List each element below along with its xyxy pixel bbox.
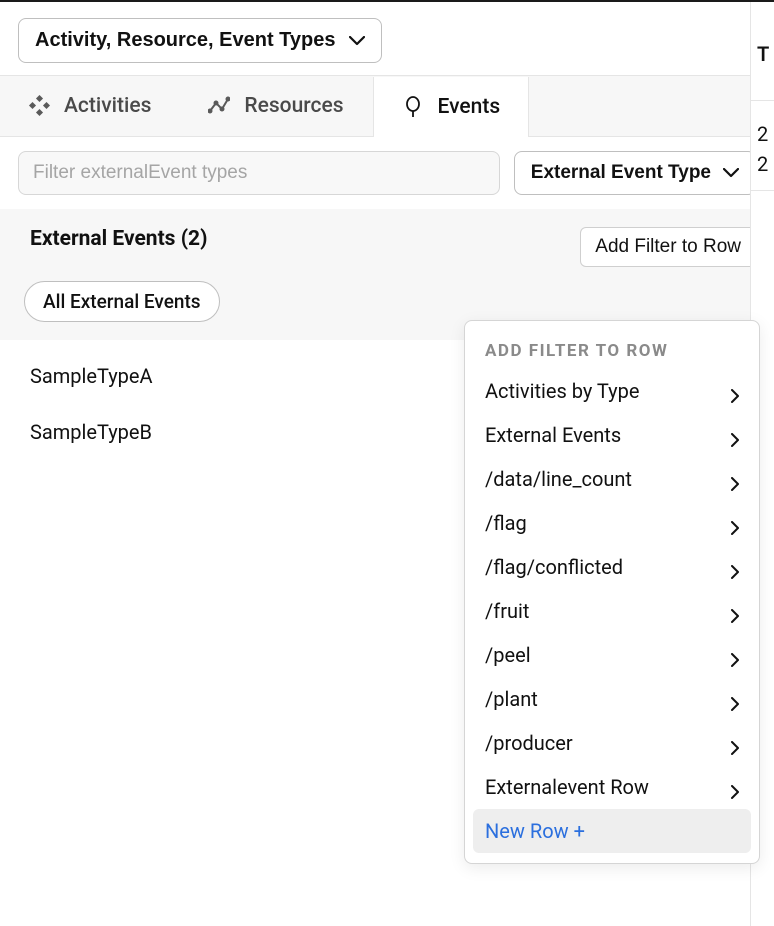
chevron-right-icon — [731, 692, 739, 706]
popover-item-label: /producer — [485, 731, 573, 755]
chevron-right-icon — [731, 472, 739, 486]
filter-input[interactable] — [18, 151, 500, 195]
popover-item-activities-by-type[interactable]: Activities by Type — [473, 369, 751, 413]
popover-item-externalevent-row[interactable]: Externalevent Row — [473, 765, 751, 809]
type-scope-dropdown[interactable]: Activity, Resource, Event Types — [18, 18, 382, 63]
popover-item-label: /fruit — [485, 599, 529, 623]
popover-item-label: External Events — [485, 423, 621, 447]
popover-item-label: /data/line_count — [485, 467, 632, 491]
tab-resources[interactable]: Resources — [180, 76, 372, 136]
popover-item-label: /plant — [485, 687, 538, 711]
chevron-right-icon — [731, 384, 739, 398]
popover-item-label: Activities by Type — [485, 379, 639, 403]
popover-item-new-row[interactable]: New Row + — [473, 809, 751, 853]
type-scope-label: Activity, Resource, Event Types — [35, 29, 335, 52]
tab-activities-label: Activities — [64, 94, 151, 118]
chevron-right-icon — [731, 516, 739, 530]
popover-item-peel[interactable]: /peel — [473, 633, 751, 677]
right-edge-value: 2 — [757, 122, 768, 146]
chevron-right-icon — [731, 428, 739, 442]
chevron-down-icon — [723, 168, 739, 178]
right-edge-value: 2 — [757, 152, 768, 176]
add-filter-popover: ADD FILTER TO ROW Activities by Type Ext… — [464, 320, 760, 864]
chevron-right-icon — [731, 560, 739, 574]
popover-item-external-events[interactable]: External Events — [473, 413, 751, 457]
popover-item-data-line-count[interactable]: /data/line_count — [473, 457, 751, 501]
tabs: Activities Resources Events — [0, 75, 774, 137]
all-external-events-chip[interactable]: All External Events — [24, 281, 220, 322]
popover-item-fruit[interactable]: /fruit — [473, 589, 751, 633]
tab-resources-label: Resources — [244, 94, 343, 118]
chevron-right-icon — [731, 604, 739, 618]
popover-item-label: /flag — [485, 511, 527, 535]
popover-header: ADD FILTER TO ROW — [473, 331, 751, 369]
add-filter-to-row-button[interactable]: Add Filter to Row — [580, 227, 756, 267]
event-type-dropdown[interactable]: External Event Type — [514, 151, 756, 195]
popover-item-flag[interactable]: /flag — [473, 501, 751, 545]
chevron-right-icon — [731, 648, 739, 662]
tab-events-label: Events — [438, 95, 501, 119]
popover-item-label: Externalevent Row — [485, 775, 649, 799]
events-icon — [402, 96, 424, 118]
popover-item-label: New Row + — [485, 819, 585, 843]
popover-item-flag-conflicted[interactable]: /flag/conflicted — [473, 545, 751, 589]
right-edge-label: T — [757, 42, 769, 66]
popover-item-producer[interactable]: /producer — [473, 721, 751, 765]
tab-activities[interactable]: Activities — [0, 76, 180, 136]
event-type-label: External Event Type — [531, 162, 711, 184]
activities-icon — [28, 95, 50, 117]
chevron-right-icon — [731, 736, 739, 750]
chevron-down-icon — [349, 36, 365, 46]
section-title: External Events (2) — [30, 227, 207, 251]
popover-item-label: /flag/conflicted — [485, 555, 623, 579]
chevron-right-icon — [731, 780, 739, 794]
resources-icon — [208, 95, 230, 117]
popover-item-label: /peel — [485, 643, 531, 667]
popover-item-plant[interactable]: /plant — [473, 677, 751, 721]
tab-events[interactable]: Events — [373, 77, 530, 137]
